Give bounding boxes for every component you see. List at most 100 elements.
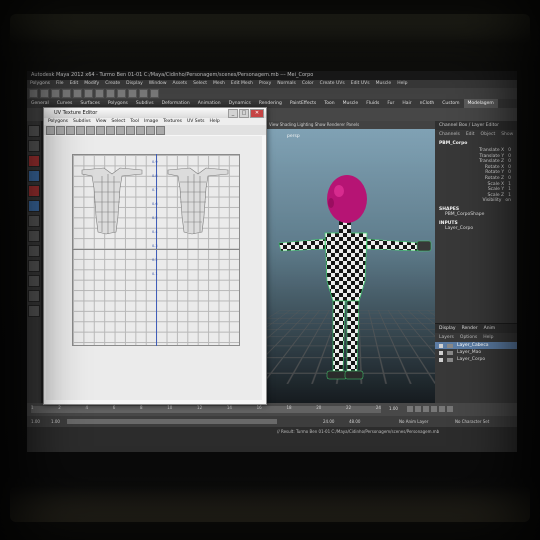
four-view-layout-icon[interactable] [28,290,40,302]
paint-select-icon[interactable] [28,155,40,167]
render-icon[interactable] [128,89,137,98]
cb-tab-edit[interactable]: Edit [466,132,475,137]
menu-item[interactable]: Mesh [210,80,228,88]
menu-item[interactable]: File [53,80,67,88]
layer-row-selected[interactable]: Layer_Cabeca [435,342,517,349]
cb-tab-show[interactable]: Show [501,132,513,137]
perspective-viewport[interactable]: View Shading Lighting Show Renderer Pane… [267,121,435,403]
lasso-tool-icon[interactable] [28,140,40,152]
character-model[interactable] [267,121,435,403]
anim-layer-select[interactable]: No Anim Layer [399,416,428,427]
go-to-end-icon[interactable] [447,406,453,412]
shelf-tab[interactable]: Fur [383,99,398,108]
visibility-toggle-icon[interactable] [439,357,443,362]
shelf-tab[interactable]: Toon [320,99,338,108]
last-tool-icon[interactable] [28,260,40,272]
le-menu-item[interactable]: Layers [439,335,454,340]
uv-menu-item[interactable]: Select [111,118,125,125]
anim-end-field[interactable]: 48.00 [349,416,360,427]
uv-editor-title-bar[interactable]: UV Texture Editor _ □ ✕ [44,108,266,118]
select-hierarchy-icon[interactable] [62,89,71,98]
character-set-select[interactable]: No Character Set [455,416,489,427]
shelf-tab-active[interactable]: Modelagem [463,99,498,108]
layer-row[interactable]: Layer_Corpo [435,356,517,363]
uv-texture-editor-window[interactable]: UV Texture Editor _ □ ✕ Polygons Subdivs… [43,107,267,405]
visibility-toggle-icon[interactable] [439,350,443,355]
le-menu-item[interactable]: Help [483,335,493,340]
scale-tool-icon[interactable] [28,200,40,212]
play-forward-icon[interactable] [431,406,437,412]
uv-menu-item[interactable]: Textures [163,118,182,125]
cb-tab-object[interactable]: Object [481,132,496,137]
shelf-tab[interactable]: nCloth [416,99,439,108]
command-line[interactable]: // Result: Turmo Ben 01-01 C:/Maya/Cidin… [27,427,517,452]
menu-item[interactable]: Display [123,80,146,88]
uv-checker-icon[interactable] [146,126,155,135]
shelf-tab[interactable]: Custom [438,99,463,108]
maximize-icon[interactable]: □ [239,109,249,118]
show-manip-icon[interactable] [28,245,40,257]
menu-item[interactable]: Color [299,80,317,88]
select-tool-icon[interactable] [28,125,40,137]
layer-color-swatch[interactable] [447,357,453,362]
input-node[interactable]: Layer_Corpo [435,226,517,232]
select-object-icon[interactable] [73,89,82,98]
menu-item[interactable]: Modify [81,80,102,88]
select-component-icon[interactable] [84,89,93,98]
shelf-tab[interactable]: PaintEffects [286,99,320,108]
rotate-tool-icon[interactable] [28,185,40,197]
menu-item[interactable]: Muscle [373,80,395,88]
uv-snapshot-icon[interactable] [136,126,145,135]
menu-item[interactable]: Create UVs [317,80,348,88]
menu-item[interactable]: Select [190,80,210,88]
menu-item[interactable]: Polygons [27,80,53,88]
menu-item[interactable]: Edit Mesh [228,80,256,88]
play-backward-icon[interactable] [423,406,429,412]
close-icon[interactable]: ✕ [250,109,264,118]
playback-end-field[interactable]: 24.00 [323,416,334,427]
uv-menu-item[interactable]: View [96,118,107,125]
snap-grid-icon[interactable] [95,89,104,98]
current-frame[interactable]: 1.00 [389,406,398,411]
uv-sew-icon[interactable] [96,126,105,135]
open-scene-icon[interactable] [40,89,49,98]
shelf-tab[interactable]: Fluids [362,99,383,108]
menu-item[interactable]: Edit [67,80,82,88]
uv-menu-item[interactable]: UV Sets [187,118,205,125]
menu-item[interactable]: Edit UVs [348,80,373,88]
minimize-icon[interactable]: _ [228,109,238,118]
uv-shells[interactable] [46,136,262,400]
uv-shaded-icon[interactable] [156,126,165,135]
uv-menu-item[interactable]: Polygons [48,118,68,125]
persp-outliner-layout-icon[interactable] [28,305,40,317]
layer-color-swatch[interactable] [447,350,453,355]
playback-start-field[interactable]: 1.00 [51,416,60,427]
uv-select-icon[interactable] [46,126,55,135]
universal-manip-icon[interactable] [28,215,40,227]
le-tab-display[interactable]: Display [439,326,456,331]
uv-move-icon[interactable] [56,126,65,135]
menu-item[interactable]: Create [102,80,123,88]
cb-tab-channels[interactable]: Channels [439,132,460,137]
single-perspective-layout-icon[interactable] [28,275,40,287]
layer-row[interactable]: Layer_Mao [435,349,517,356]
uv-menu-item[interactable]: Help [210,118,220,125]
uv-menu-item[interactable]: Tool [130,118,139,125]
menu-item[interactable]: Normals [274,80,299,88]
menu-item[interactable]: Proxy [256,80,274,88]
snap-curve-icon[interactable] [106,89,115,98]
snap-point-icon[interactable] [117,89,126,98]
le-tab-render[interactable]: Render [462,326,478,331]
soft-mod-icon[interactable] [28,230,40,242]
uv-unfold-icon[interactable] [106,126,115,135]
new-scene-icon[interactable] [29,89,38,98]
uv-menu-item[interactable]: Image [144,118,158,125]
le-menu-item[interactable]: Options [460,335,477,340]
step-forward-icon[interactable] [439,406,445,412]
selected-object-name[interactable]: PBM_Corpo [435,139,517,148]
render-settings-icon[interactable] [150,89,159,98]
uv-flip-icon[interactable] [66,126,75,135]
save-scene-icon[interactable] [51,89,60,98]
uv-canvas[interactable]: 0.9 0.8 0.7 0.6 0.5 0.4 0.3 0.2 0.1 [46,136,262,400]
step-back-icon[interactable] [415,406,421,412]
